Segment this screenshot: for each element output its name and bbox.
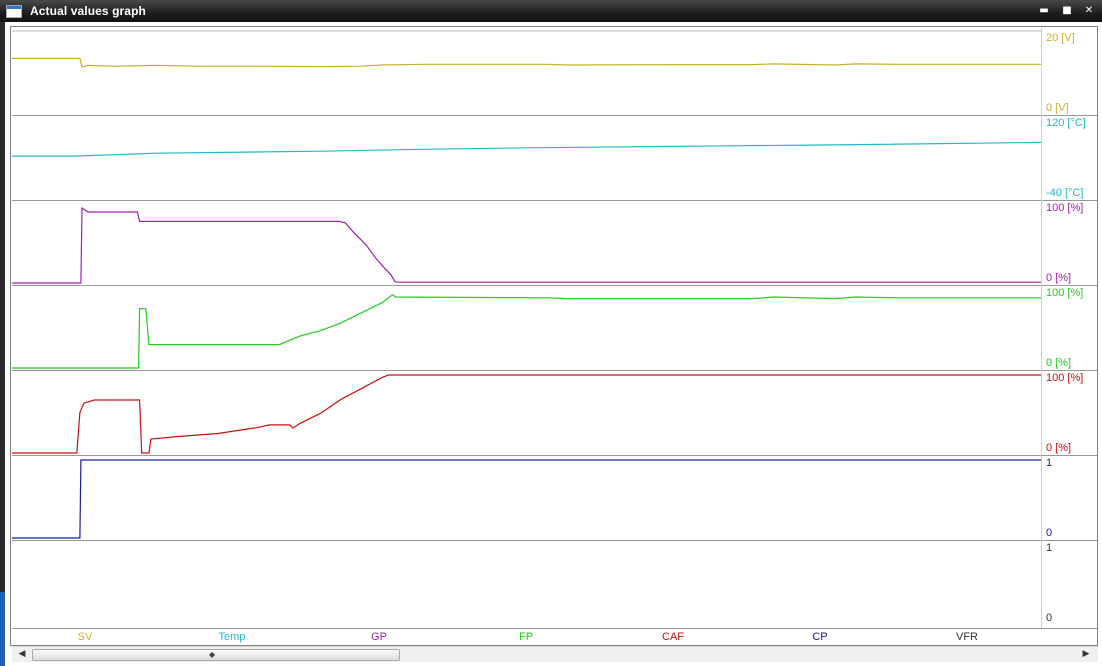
horizontal-scrollbar[interactable]: ◀ ◆ ▶	[12, 646, 1098, 662]
cp-max-label: 1	[1046, 457, 1052, 469]
scrollbar-grip-icon: ◆	[209, 650, 216, 659]
legend-item-sv: SV	[77, 631, 93, 643]
gp-max-label: 100 [%]	[1046, 202, 1083, 214]
legend-item-fp: FP	[518, 631, 534, 643]
fp-min-label: 0 [%]	[1046, 357, 1071, 369]
legend-item-cp: CP	[812, 631, 828, 643]
legend-item-gp: GP	[371, 631, 387, 643]
caf-series-line	[12, 374, 1041, 454]
legend-item-vfr: VFR	[956, 631, 978, 643]
gp-min-label: 0 [%]	[1046, 272, 1071, 284]
scroll-left-arrow-icon[interactable]: ◀	[14, 647, 30, 662]
gp-series-line	[12, 207, 1041, 284]
sv-max-label: 20 [V]	[1046, 32, 1075, 44]
legend-item-temp: Temp	[218, 631, 246, 643]
temp-series-line	[12, 141, 1042, 157]
caf-max-label: 100 [%]	[1046, 372, 1083, 384]
graph-legend: SV Temp GP FP CAF CP VFR	[12, 630, 1042, 646]
legend-item-caf: CAF	[662, 631, 684, 643]
sv-series-line	[12, 57, 1041, 68]
cp-min-label: 0	[1046, 527, 1052, 539]
caf-min-label: 0 [%]	[1046, 442, 1071, 454]
fp-series-line	[12, 293, 1041, 369]
temp-min-label: -40 [°C]	[1046, 187, 1083, 199]
sv-min-label: 0 [V]	[1046, 102, 1069, 114]
temp-max-label: 120 [°C]	[1046, 117, 1086, 129]
vfr-min-label: 0	[1046, 612, 1052, 624]
scroll-right-arrow-icon[interactable]: ▶	[1078, 647, 1094, 662]
fp-max-label: 100 [%]	[1046, 287, 1083, 299]
scrollbar-thumb[interactable]: ◆	[32, 649, 400, 661]
actual-values-graph: 20 [V]0 [V]120 [°C]-40 [°C]100 [%]0 [%]1…	[12, 28, 1097, 629]
vfr-max-label: 1	[1046, 542, 1052, 554]
cp-series-line	[12, 459, 1041, 539]
